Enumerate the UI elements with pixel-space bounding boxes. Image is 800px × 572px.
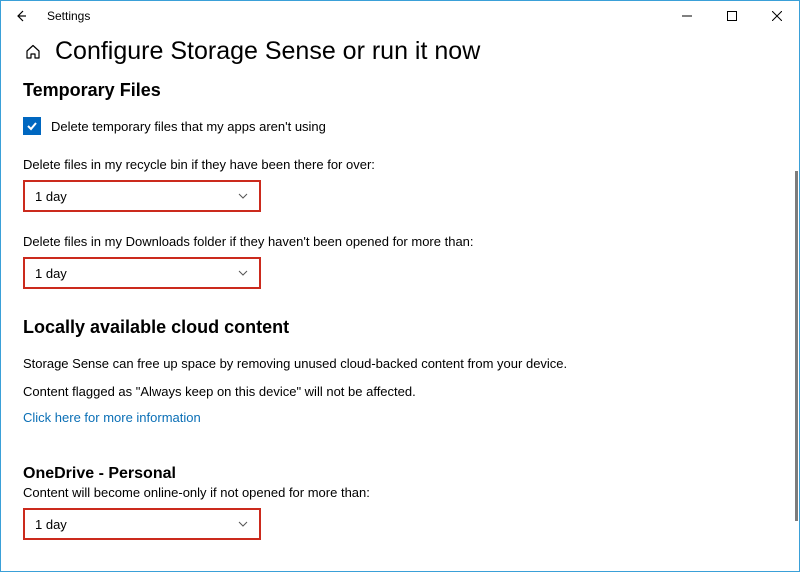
back-arrow-icon <box>14 9 28 23</box>
temp-files-heading: Temporary Files <box>23 80 777 101</box>
chevron-down-icon <box>237 190 249 202</box>
minimize-icon <box>682 11 692 21</box>
maximize-button[interactable] <box>709 1 754 31</box>
recycle-bin-value: 1 day <box>35 189 67 204</box>
maximize-icon <box>727 11 737 21</box>
back-button[interactable] <box>1 1 41 31</box>
page-header: Configure Storage Sense or run it now <box>23 37 777 66</box>
chevron-down-icon <box>237 267 249 279</box>
cloud-para2: Content flagged as "Always keep on this … <box>23 382 777 402</box>
onedrive-heading: OneDrive - Personal <box>23 465 777 483</box>
minimize-button[interactable] <box>664 1 709 31</box>
window-controls <box>664 1 799 31</box>
onedrive-dropdown[interactable]: 1 day <box>23 508 261 540</box>
titlebar: Settings <box>1 1 799 31</box>
cloud-more-info-link[interactable]: Click here for more information <box>23 410 201 425</box>
delete-temp-checkbox[interactable] <box>23 117 41 135</box>
close-icon <box>772 11 782 21</box>
close-button[interactable] <box>754 1 799 31</box>
downloads-dropdown[interactable]: 1 day <box>23 257 261 289</box>
onedrive-label: Content will become online-only if not o… <box>23 485 777 500</box>
downloads-value: 1 day <box>35 266 67 281</box>
onedrive-value: 1 day <box>35 517 67 532</box>
chevron-down-icon <box>237 518 249 530</box>
cloud-para1: Storage Sense can free up space by remov… <box>23 354 777 374</box>
home-icon[interactable] <box>23 42 43 62</box>
settings-window: Settings Configure Storage Sense or run … <box>0 0 800 572</box>
window-title: Settings <box>41 9 90 23</box>
recycle-bin-label: Delete files in my recycle bin if they h… <box>23 157 777 172</box>
cloud-heading: Locally available cloud content <box>23 317 777 338</box>
checkmark-icon <box>25 119 39 133</box>
delete-temp-label: Delete temporary files that my apps aren… <box>51 119 326 134</box>
page-title: Configure Storage Sense or run it now <box>55 37 480 66</box>
delete-temp-checkbox-row: Delete temporary files that my apps aren… <box>23 117 777 135</box>
scrollbar[interactable] <box>795 171 798 521</box>
content-area: Configure Storage Sense or run it now Te… <box>1 31 799 571</box>
downloads-label: Delete files in my Downloads folder if t… <box>23 234 777 249</box>
recycle-bin-dropdown[interactable]: 1 day <box>23 180 261 212</box>
